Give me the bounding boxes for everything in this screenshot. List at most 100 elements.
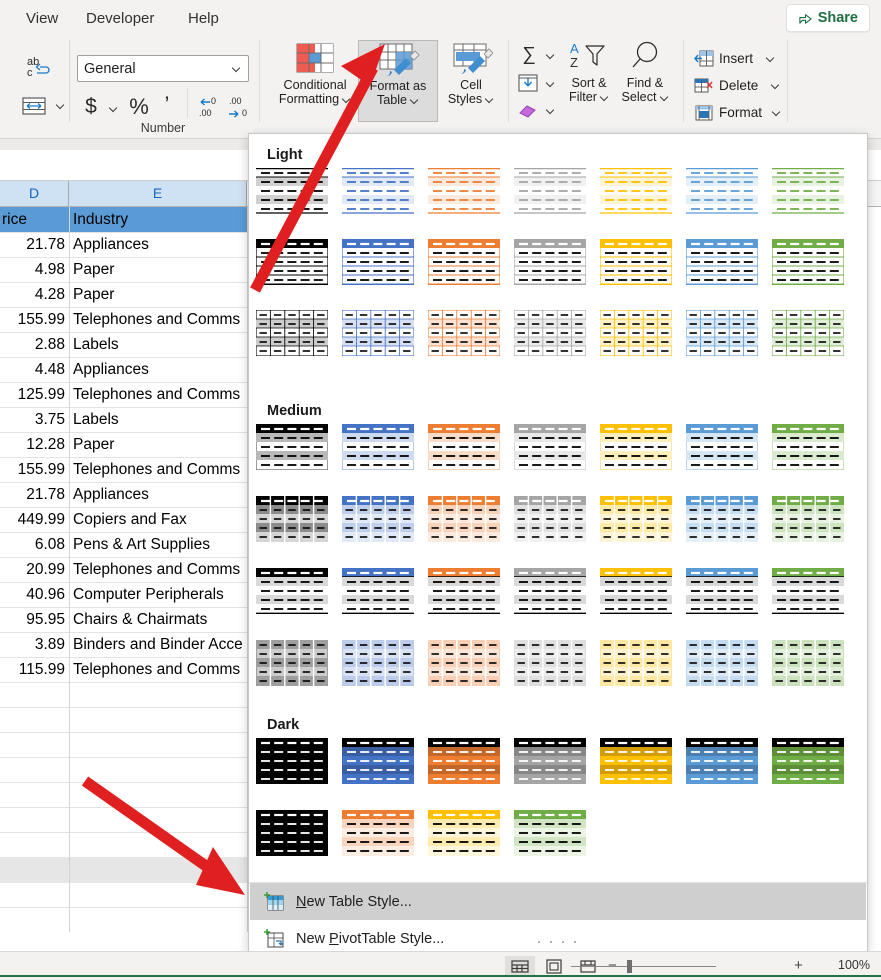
comma-style-button[interactable]: ’ <box>158 92 176 118</box>
table-style-medium-9[interactable] <box>342 496 414 542</box>
cell-price-9[interactable]: 155.99 <box>4 458 65 482</box>
table-style-light-20[interactable] <box>686 310 758 356</box>
cell-price-16[interactable]: 3.89 <box>4 633 65 657</box>
accounting-number-format-button[interactable]: $ <box>80 95 102 119</box>
cell-industry-10[interactable]: Appliances <box>73 483 243 507</box>
table-style-light-14[interactable] <box>772 239 844 285</box>
cell-industry-17[interactable]: Telephones and Comms <box>73 658 243 682</box>
table-style-light-16[interactable] <box>342 310 414 356</box>
clear-button[interactable] <box>516 99 540 121</box>
table-style-light-15[interactable] <box>256 310 328 356</box>
table-style-medium-14[interactable] <box>772 496 844 542</box>
table-style-dark-6[interactable] <box>686 738 758 784</box>
format-cells-button[interactable]: Format <box>691 100 784 125</box>
new-pivottable-style-menu-item[interactable]: New PivotTable Style... <box>250 920 866 951</box>
table-style-medium-18[interactable] <box>514 568 586 614</box>
merge-center-dropdown-arrow[interactable] <box>52 97 68 113</box>
cell-d-header[interactable]: rice <box>2 208 63 232</box>
cell-industry-3[interactable]: Telephones and Comms <box>73 308 243 332</box>
cell-industry-11[interactable]: Copiers and Fax <box>73 508 243 532</box>
cell-industry-0[interactable]: Appliances <box>73 233 243 257</box>
format-as-table-button[interactable]: Format as Table <box>358 40 438 122</box>
cell-price-4[interactable]: 2.88 <box>4 333 65 357</box>
cell-industry-1[interactable]: Paper <box>73 258 243 282</box>
cell-price-6[interactable]: 125.99 <box>4 383 65 407</box>
table-style-light-19[interactable] <box>600 310 672 356</box>
table-style-light-7[interactable] <box>772 168 844 214</box>
autosum-button[interactable]: ∑ <box>516 44 542 66</box>
table-style-dark-4[interactable] <box>514 738 586 784</box>
zoom-slider-track[interactable] <box>571 966 716 967</box>
conditional-formatting-button[interactable]: Conditional Formatting <box>275 40 355 122</box>
cell-industry-2[interactable]: Paper <box>73 283 243 307</box>
table-style-light-21[interactable] <box>772 310 844 356</box>
cell-price-15[interactable]: 95.95 <box>4 608 65 632</box>
clear-dropdown-arrow[interactable] <box>543 103 557 117</box>
number-format-select[interactable]: General <box>77 55 249 82</box>
table-style-medium-23[interactable] <box>342 640 414 686</box>
zoom-in-button[interactable]: + <box>794 957 803 974</box>
table-style-light-1[interactable] <box>256 168 328 214</box>
new-table-style-menu-item[interactable]: New Table Style... <box>250 883 866 920</box>
increase-decimal-button[interactable]: 0 .00 <box>196 95 224 119</box>
table-style-medium-2[interactable] <box>342 424 414 470</box>
table-style-medium-8[interactable] <box>256 496 328 542</box>
table-style-medium-6[interactable] <box>686 424 758 470</box>
cell-industry-13[interactable]: Telephones and Comms <box>73 558 243 582</box>
table-style-light-17[interactable] <box>428 310 500 356</box>
column-header-e[interactable]: E <box>69 181 247 206</box>
table-style-dark-8[interactable] <box>256 810 328 856</box>
table-style-medium-13[interactable] <box>686 496 758 542</box>
cell-industry-16[interactable]: Binders and Binder Acce <box>73 633 243 657</box>
cell-industry-4[interactable]: Labels <box>73 333 243 357</box>
table-style-light-4[interactable] <box>514 168 586 214</box>
cell-industry-15[interactable]: Chairs & Chairmats <box>73 608 243 632</box>
column-header-d[interactable]: D <box>0 181 69 206</box>
cell-industry-8[interactable]: Paper <box>73 433 243 457</box>
wrap-text-button[interactable]: ab c <box>20 52 60 82</box>
cell-price-11[interactable]: 449.99 <box>4 508 65 532</box>
table-style-medium-16[interactable] <box>342 568 414 614</box>
table-style-light-9[interactable] <box>342 239 414 285</box>
table-style-medium-1[interactable] <box>256 424 328 470</box>
tab-developer[interactable]: Developer <box>76 6 164 32</box>
table-style-medium-10[interactable] <box>428 496 500 542</box>
table-style-medium-5[interactable] <box>600 424 672 470</box>
fill-dropdown-arrow[interactable] <box>543 76 557 90</box>
cell-industry-14[interactable]: Computer Peripherals <box>73 583 243 607</box>
table-style-medium-28[interactable] <box>772 640 844 686</box>
autosum-dropdown-arrow[interactable] <box>543 48 557 62</box>
cell-industry-9[interactable]: Telephones and Comms <box>73 458 243 482</box>
table-style-light-18[interactable] <box>514 310 586 356</box>
accounting-format-dropdown-arrow[interactable] <box>105 100 121 116</box>
resize-grip[interactable] <box>538 941 576 945</box>
cell-price-10[interactable]: 21.78 <box>4 483 65 507</box>
table-style-medium-11[interactable] <box>514 496 586 542</box>
table-style-dark-2[interactable] <box>342 738 414 784</box>
insert-cells-button[interactable]: Insert <box>691 46 778 71</box>
cell-price-3[interactable]: 155.99 <box>4 308 65 332</box>
table-style-dark-11[interactable] <box>514 810 586 856</box>
table-style-medium-4[interactable] <box>514 424 586 470</box>
table-style-dark-5[interactable] <box>600 738 672 784</box>
share-button[interactable]: Share <box>785 4 870 32</box>
cell-industry-12[interactable]: Pens & Art Supplies <box>73 533 243 557</box>
table-style-medium-19[interactable] <box>600 568 672 614</box>
table-style-light-11[interactable] <box>514 239 586 285</box>
delete-cells-button[interactable]: Delete <box>691 73 783 98</box>
zoom-slider-thumb[interactable] <box>627 960 632 973</box>
table-style-light-5[interactable] <box>600 168 672 214</box>
cell-price-17[interactable]: 115.99 <box>4 658 65 682</box>
cell-industry-6[interactable]: Telephones and Comms <box>73 383 243 407</box>
table-style-medium-15[interactable] <box>256 568 328 614</box>
table-style-light-2[interactable] <box>342 168 414 214</box>
cell-industry-5[interactable]: Appliances <box>73 358 243 382</box>
cell-styles-button[interactable]: Cell Styles <box>440 40 502 122</box>
table-style-medium-12[interactable] <box>600 496 672 542</box>
cell-price-0[interactable]: 21.78 <box>4 233 65 257</box>
table-style-medium-22[interactable] <box>256 640 328 686</box>
table-style-medium-21[interactable] <box>772 568 844 614</box>
table-style-medium-17[interactable] <box>428 568 500 614</box>
fill-button[interactable] <box>516 72 540 94</box>
cell-industry-7[interactable]: Labels <box>73 408 243 432</box>
